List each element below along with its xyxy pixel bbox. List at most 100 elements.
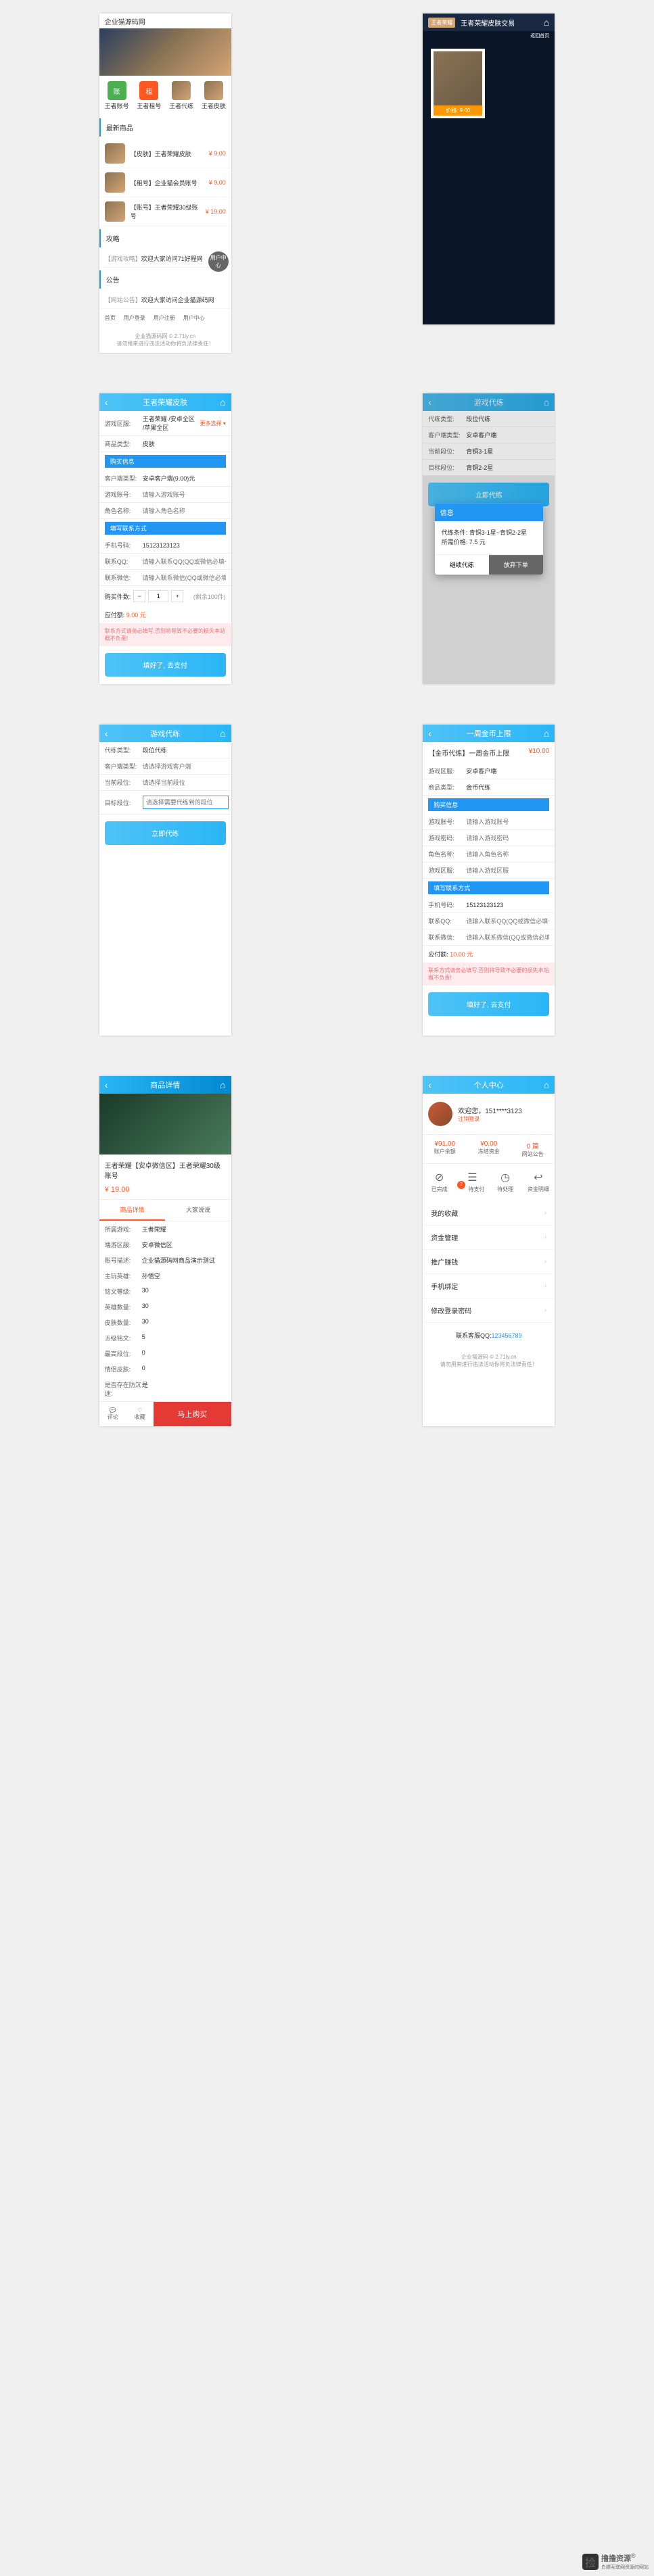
avatar[interactable] bbox=[428, 1102, 452, 1126]
back-icon[interactable]: ‹ bbox=[105, 397, 108, 408]
product-price: 价格: 9.00 bbox=[434, 105, 482, 116]
home-icon[interactable]: ⌂ bbox=[220, 397, 225, 408]
product-title: 【金币代练】一周金币上限 bbox=[428, 748, 509, 758]
cat-account[interactable]: 账王者账号 bbox=[102, 81, 132, 110]
nav-login[interactable]: 用户登录 bbox=[121, 313, 148, 323]
home-icon[interactable]: ⌂ bbox=[220, 1079, 225, 1090]
cat-skin[interactable]: 王者皮肤 bbox=[199, 81, 229, 110]
tab-comments[interactable]: 大家说说 bbox=[165, 1200, 231, 1221]
back-icon[interactable]: ‹ bbox=[428, 397, 431, 408]
game-logo: 王者荣耀 bbox=[428, 18, 455, 28]
order-funds[interactable]: ↩资金明细 bbox=[522, 1171, 555, 1194]
stat-balance[interactable]: ¥91.00账户余额 bbox=[423, 1140, 467, 1158]
stat-notice[interactable]: 0 篇网站公告 bbox=[511, 1140, 555, 1158]
order-pending-pay[interactable]: ☰2待支付 bbox=[456, 1171, 489, 1194]
home-icon[interactable]: ⌂ bbox=[544, 1079, 549, 1090]
cat-rent[interactable]: 租王者租号 bbox=[135, 81, 164, 110]
current-rank-select[interactable] bbox=[143, 779, 226, 786]
home-icon[interactable]: ⌂ bbox=[544, 17, 549, 28]
client-select[interactable] bbox=[143, 763, 226, 770]
news-item[interactable]: 【网站公告】欢迎大家访问企业猫源码网 bbox=[99, 291, 231, 309]
field-qq[interactable]: 联系QQ: bbox=[99, 554, 231, 570]
comment-icon[interactable]: 💬评论 bbox=[99, 1403, 126, 1425]
contact-qq[interactable]: 123456789 bbox=[491, 1332, 521, 1339]
product-item[interactable]: 【租号】企业猫会员账号¥ 9.00 bbox=[99, 168, 231, 197]
pay-button[interactable]: 填好了, 去支付 bbox=[428, 992, 549, 1016]
total-row: 应付额: 9.00 元 bbox=[99, 606, 231, 623]
home-icon[interactable]: ⌂ bbox=[544, 728, 549, 739]
modal-continue[interactable]: 继续代练 bbox=[435, 555, 489, 575]
product-price: ¥10.00 bbox=[529, 748, 550, 758]
role-input[interactable] bbox=[466, 851, 549, 858]
stat-frozen[interactable]: ¥0.00冻结资金 bbox=[467, 1140, 511, 1158]
modal-body: 代练条件: 青铜3-1星~青铜2-2星 所需价格: 7.5 元 bbox=[435, 521, 543, 554]
role-input[interactable] bbox=[143, 508, 226, 514]
field-target-rank[interactable]: 目标段位: bbox=[99, 791, 231, 815]
qty-minus[interactable]: − bbox=[133, 590, 145, 602]
boost-button[interactable]: 立即代练 bbox=[105, 821, 226, 845]
nav-register[interactable]: 用户注册 bbox=[151, 313, 178, 323]
home-icon[interactable]: ⌂ bbox=[220, 728, 225, 739]
logout-link[interactable]: 注销登录 bbox=[458, 1115, 522, 1123]
back-icon[interactable]: ‹ bbox=[105, 1079, 108, 1090]
welcome-text: 欢迎您，151****3123 bbox=[458, 1105, 522, 1115]
home-icon[interactable]: ⌂ bbox=[544, 397, 549, 408]
product-item[interactable]: 【皮肤】王者荣耀皮肤¥ 9.00 bbox=[99, 139, 231, 168]
section-tag-buy: 购买信息 bbox=[105, 455, 226, 468]
cat-boost[interactable]: 王者代练 bbox=[166, 81, 196, 110]
contact-info: 联系客服QQ:123456789 bbox=[423, 1323, 555, 1348]
nav-home[interactable]: 首页 bbox=[102, 313, 118, 323]
menu-favorites[interactable]: 我的收藏 bbox=[423, 1201, 555, 1225]
back-icon[interactable]: ‹ bbox=[428, 728, 431, 739]
buy-button[interactable]: 马上购买 bbox=[154, 1402, 231, 1426]
field-client: 客户端类型:安卓客户端 bbox=[423, 427, 555, 443]
page-title: 王者荣耀皮肤交易 bbox=[461, 18, 515, 28]
tab-detail[interactable]: 商品详情 bbox=[99, 1200, 166, 1221]
field-phone[interactable]: 手机号码:15123123123 bbox=[99, 537, 231, 554]
password-input[interactable] bbox=[466, 835, 549, 842]
qty-input[interactable] bbox=[148, 590, 168, 602]
field-boost-type[interactable]: 代练类型:段位代练 bbox=[99, 742, 231, 758]
pay-button[interactable]: 填好了, 去支付 bbox=[105, 653, 226, 677]
category-row: 账王者账号 租王者租号 王者代练 王者皮肤 bbox=[99, 76, 231, 116]
account-input[interactable] bbox=[466, 819, 549, 825]
back-icon[interactable]: ‹ bbox=[105, 728, 108, 739]
field-client[interactable]: 客户端类型: bbox=[99, 758, 231, 775]
menu-phone[interactable]: 手机绑定 bbox=[423, 1274, 555, 1298]
product-price: ¥ 19.00 bbox=[99, 1186, 231, 1199]
product-card[interactable]: 价格: 9.00 bbox=[431, 49, 485, 118]
server-input[interactable] bbox=[466, 867, 549, 874]
field-server[interactable]: 游戏区服:王者荣耀 /安卓全区 /苹果全区更多选择 ▾ bbox=[99, 411, 231, 436]
menu-password[interactable]: 修改登录密码 bbox=[423, 1298, 555, 1323]
qq-input[interactable] bbox=[466, 918, 549, 925]
wechat-input[interactable] bbox=[466, 934, 549, 941]
total-row: 应付额: 10.00 元 bbox=[423, 946, 555, 963]
target-rank-select[interactable] bbox=[143, 796, 229, 809]
page-header: ‹ 王者荣耀皮肤 ⌂ bbox=[99, 393, 231, 411]
footer-nav: 首页 用户登录 用户注册 用户中心 bbox=[99, 309, 231, 327]
account-input[interactable] bbox=[143, 491, 226, 498]
field-current-rank[interactable]: 当前段位: bbox=[99, 775, 231, 791]
field-role[interactable]: 角色名称: bbox=[99, 503, 231, 519]
field-client[interactable]: 客户端类型:安卓客户端(9.00)元 bbox=[99, 470, 231, 487]
back-icon[interactable]: ‹ bbox=[428, 1079, 431, 1090]
warning-text: 联系方式请务必填写,否则将导致不必要的损失本站概不负责! bbox=[423, 963, 555, 986]
order-processing[interactable]: ◷待处理 bbox=[489, 1171, 522, 1194]
product-item[interactable]: 【账号】王者荣耀30级账号¥ 19.00 bbox=[99, 197, 231, 226]
field-wechat[interactable]: 联系微信: bbox=[99, 570, 231, 586]
menu-promote[interactable]: 推广赚钱 bbox=[423, 1250, 555, 1274]
qq-input[interactable] bbox=[143, 558, 226, 565]
product-image bbox=[434, 51, 482, 105]
qty-plus[interactable]: + bbox=[171, 590, 183, 602]
order-done[interactable]: ⊘已完成 bbox=[423, 1171, 456, 1194]
modal-cancel[interactable]: 放弃下单 bbox=[489, 555, 543, 575]
menu-funds[interactable]: 资金管理 bbox=[423, 1225, 555, 1250]
field-account[interactable]: 游戏账号: bbox=[99, 487, 231, 503]
nav-user[interactable]: 用户中心 bbox=[181, 313, 208, 323]
field-current-rank: 当前段位:青铜3-1星 bbox=[423, 443, 555, 460]
order-status-row: ⊘已完成 ☰2待支付 ◷待处理 ↩资金明细 bbox=[423, 1164, 555, 1201]
float-user-button[interactable]: 用户中心 bbox=[208, 251, 229, 272]
wechat-input[interactable] bbox=[143, 575, 226, 581]
favorite-icon[interactable]: ♡收藏 bbox=[126, 1403, 154, 1425]
home-label: 返回首页 bbox=[423, 31, 555, 41]
